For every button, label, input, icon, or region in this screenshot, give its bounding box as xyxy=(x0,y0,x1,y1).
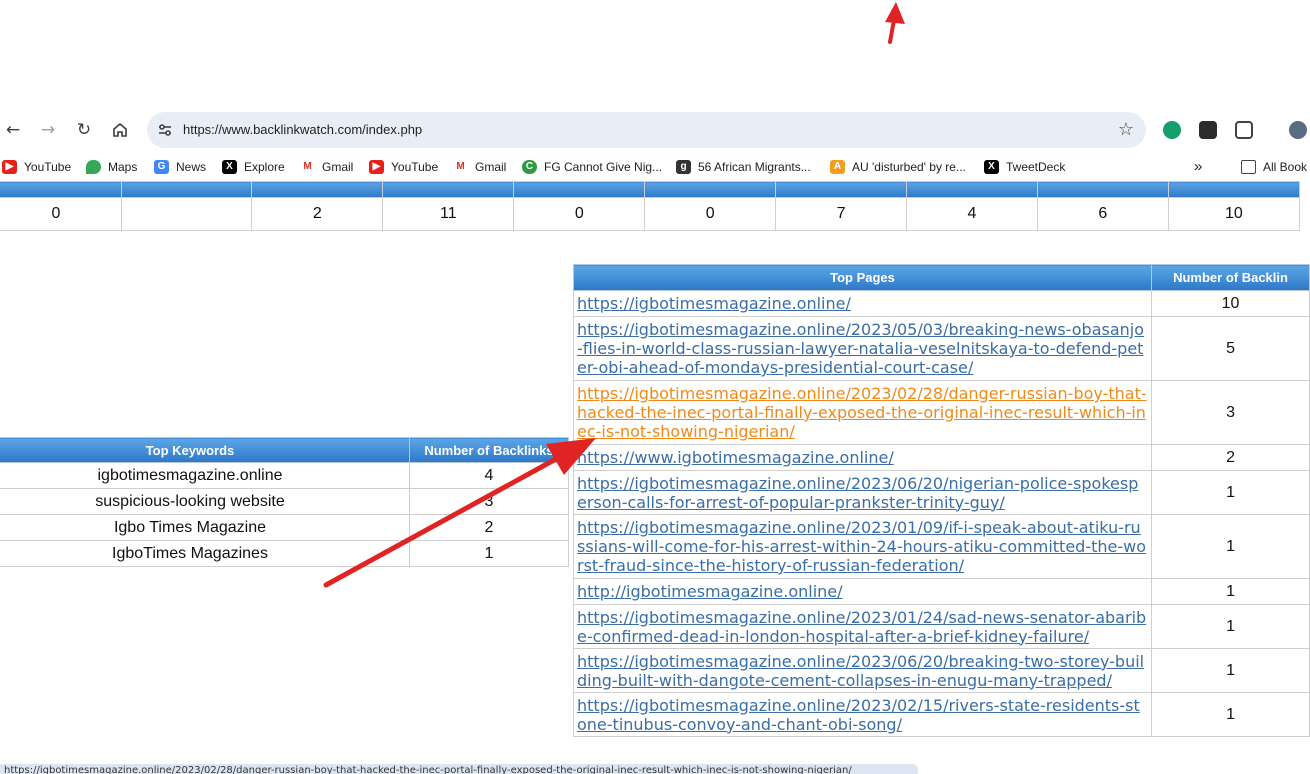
stat-value: 4 xyxy=(906,197,1038,231)
stats-table: 0 2 11 0 0 7 4 6 10 xyxy=(0,181,1301,231)
news-icon: G xyxy=(154,160,169,174)
stats-header-cell xyxy=(513,181,646,198)
address-bar[interactable]: https://www.backlinkwatch.com/index.php … xyxy=(147,112,1146,148)
status-bar-url: https://igbotimesmagazine.online/2023/02… xyxy=(0,764,918,774)
back-arrow-icon[interactable]: ← xyxy=(2,119,24,141)
screenshot-root: ← → ↻ https://www.backlinkwatch.com/inde… xyxy=(0,0,1310,774)
extension-icon[interactable] xyxy=(1199,121,1217,139)
url-text[interactable]: https://www.backlinkwatch.com/index.php xyxy=(183,112,422,148)
youtube-icon: ▶ xyxy=(369,160,384,174)
page-link[interactable]: https://igbotimesmagazine.online/2023/06… xyxy=(577,474,1138,512)
table-row: https://igbotimesmagazine.online/2023/05… xyxy=(572,316,1310,381)
profile-avatar-icon[interactable] xyxy=(1289,121,1307,139)
folder-icon xyxy=(1241,160,1256,174)
forward-arrow-icon[interactable]: → xyxy=(37,119,59,141)
stats-header-cell xyxy=(775,181,907,198)
stats-header-cell xyxy=(382,181,515,198)
stat-value xyxy=(120,197,253,231)
page-count-cell: 2 xyxy=(1151,444,1310,471)
page-count-cell: 3 xyxy=(1151,380,1310,445)
stats-header-cell xyxy=(251,181,384,198)
stats-header-cell xyxy=(1036,181,1169,198)
stat-value: 7 xyxy=(775,197,907,231)
stat-value: 0 xyxy=(513,197,646,231)
reload-icon[interactable]: ↻ xyxy=(73,119,95,141)
page-count-cell: 1 xyxy=(1151,470,1310,515)
puzzle-icon[interactable] xyxy=(1235,121,1253,139)
table-header-row: Top Pages Number of Backlin xyxy=(572,264,1310,291)
page-link[interactable]: https://igbotimesmagazine.online/ xyxy=(577,294,851,313)
page-count-cell: 1 xyxy=(1151,692,1310,737)
table-row: https://igbotimesmagazine.online/2023/06… xyxy=(572,648,1310,693)
stats-header-cell xyxy=(0,181,122,198)
browser-toolbar: ← → ↻ https://www.backlinkwatch.com/inde… xyxy=(0,110,1310,150)
page-link[interactable]: http://igbotimesmagazine.online/ xyxy=(577,582,843,601)
page-link[interactable]: https://igbotimesmagazine.online/2023/02… xyxy=(577,384,1147,441)
top-pages-table: Top Pages Number of Backlin https://igbo… xyxy=(572,264,1310,737)
top-pages-header: Top Pages xyxy=(572,264,1153,291)
gmail-icon: M xyxy=(300,160,315,174)
page-link[interactable]: https://igbotimesmagazine.online/2023/02… xyxy=(577,696,1140,734)
page-link[interactable]: https://igbotimesmagazine.online/2023/05… xyxy=(577,320,1144,377)
stats-value-row: 0 2 11 0 0 7 4 6 10 xyxy=(0,197,1301,231)
stats-header-cell xyxy=(644,181,777,198)
table-row: https://igbotimesmagazine.online/2023/01… xyxy=(572,604,1310,649)
page-count-cell: 10 xyxy=(1151,290,1310,317)
annotation-arrow-top xyxy=(885,2,905,44)
table-row: https://igbotimesmagazine.online/ 10 xyxy=(572,290,1310,317)
site-icon: C xyxy=(522,160,537,174)
stat-value: 2 xyxy=(251,197,384,231)
bookmarks-bar: ▶ YouTube Maps G News X Explore M Gmail ▶ You… xyxy=(0,153,1310,181)
page-count-cell: 1 xyxy=(1151,578,1310,605)
bookmark-star-icon[interactable]: ☆ xyxy=(1118,119,1134,141)
stat-value: 0 xyxy=(0,197,122,231)
page-link[interactable]: https://igbotimesmagazine.online/2023/06… xyxy=(577,652,1144,690)
g-icon: g xyxy=(676,160,691,174)
table-row: http://igbotimesmagazine.online/ 1 xyxy=(572,578,1310,605)
site-settings-icon[interactable] xyxy=(156,121,174,139)
stat-value: 6 xyxy=(1036,197,1169,231)
stats-header-cell xyxy=(906,181,1038,198)
page-count-cell: 5 xyxy=(1151,316,1310,381)
maps-icon xyxy=(86,160,101,174)
gmail-icon: M xyxy=(453,160,468,174)
table-row: https://igbotimesmagazine.online/2023/01… xyxy=(572,514,1310,579)
table-row: https://igbotimesmagazine.online/2023/02… xyxy=(572,380,1310,445)
page-count-cell: 1 xyxy=(1151,604,1310,649)
page-count-cell: 1 xyxy=(1151,648,1310,693)
x-icon: X xyxy=(222,160,237,174)
home-icon[interactable] xyxy=(109,119,131,141)
page-link[interactable]: https://igbotimesmagazine.online/2023/01… xyxy=(577,608,1146,646)
page-link[interactable]: https://www.igbotimesmagazine.online/ xyxy=(577,448,894,467)
grammarly-icon[interactable] xyxy=(1163,121,1181,139)
stat-value: 11 xyxy=(382,197,515,231)
stats-header-cell xyxy=(120,181,253,198)
stat-value: 0 xyxy=(644,197,777,231)
stats-header-cell xyxy=(1167,181,1301,198)
table-row: https://www.igbotimesmagazine.online/ 2 xyxy=(572,444,1310,471)
stats-header-row xyxy=(0,181,1301,198)
x-icon: X xyxy=(984,160,999,174)
page-link[interactable]: https://igbotimesmagazine.online/2023/01… xyxy=(577,518,1146,575)
stat-value: 10 xyxy=(1167,197,1301,231)
site-icon: A xyxy=(830,160,845,174)
annotation-arrow-middle xyxy=(323,438,596,588)
table-row: https://igbotimesmagazine.online/2023/06… xyxy=(572,470,1310,515)
bookmarks-overflow-icon[interactable]: » xyxy=(1194,158,1202,176)
youtube-icon: ▶ xyxy=(2,160,17,174)
page-backlinks-header: Number of Backlin xyxy=(1151,264,1310,291)
page-count-cell: 1 xyxy=(1151,514,1310,579)
table-row: https://igbotimesmagazine.online/2023/02… xyxy=(572,692,1310,737)
